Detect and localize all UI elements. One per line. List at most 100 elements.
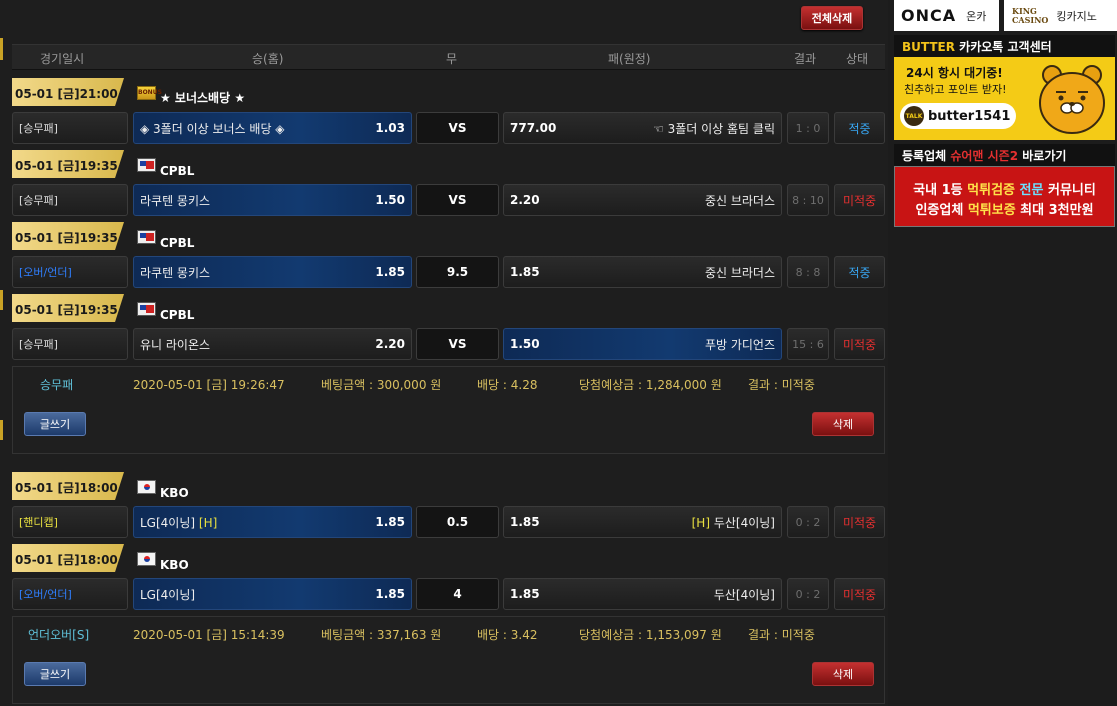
butter-banner-title[interactable]: BUTTER 카카오톡 고객센터 [894, 35, 1115, 57]
league-label: CPBL [137, 294, 194, 322]
home-pick[interactable]: 라쿠텐 몽키스 1.50 [133, 184, 412, 216]
king-casino-label: 킹카지노 [1056, 9, 1097, 23]
draw-pick[interactable]: 9.5 [416, 256, 499, 288]
away-odds: 1.85 [510, 587, 540, 601]
butter-line2: 친추하고 포인트 받자! [904, 83, 1007, 96]
status-badge: 미적중 [834, 578, 885, 610]
col-status: 상태 [846, 52, 869, 66]
bet-type: [오버/언더] [12, 578, 128, 610]
draw-pick[interactable]: VS [416, 112, 499, 144]
col-result: 결과 [794, 52, 817, 66]
away-pick[interactable]: 1.85 두산[4이닝] [503, 578, 782, 610]
away-pick[interactable]: 1.50 푸방 가디언즈 [503, 328, 782, 360]
left-accent-bar [0, 420, 3, 440]
onca-logo: ONCA [901, 6, 957, 25]
ryan-bear-icon [1039, 65, 1105, 134]
away-pick[interactable]: 1.85 [H] 두산[4이닝] [503, 506, 782, 538]
bet-kind: 승무패 [40, 378, 74, 392]
league-name: CPBL [160, 308, 195, 322]
away-pick[interactable]: 2.20 중신 브라더스 [503, 184, 782, 216]
away-team: [H] 두산[4이닝] [691, 515, 775, 530]
kakao-id-box: TALK butter1541 [900, 103, 1016, 129]
handicap-tag: [H] [198, 515, 218, 530]
taiwan-flag-icon [137, 158, 156, 172]
home-pick[interactable]: LG[4이닝] [H] 1.85 [133, 506, 412, 538]
away-pick[interactable]: 777.00 ☜ 3폴더 이상 홈팀 클릭 [503, 112, 782, 144]
league-name: CPBL [160, 236, 195, 250]
draw-pick[interactable]: VS [416, 184, 499, 216]
home-pick[interactable]: LG[4이닝] 1.85 [133, 578, 412, 610]
home-odds: 1.85 [375, 587, 405, 601]
delete-button[interactable]: 삭제 [812, 412, 874, 436]
league-name: ★ 보너스배당 ★ [160, 91, 246, 105]
write-post-button[interactable]: 글쓰기 [24, 662, 86, 686]
league-name: CPBL [160, 164, 195, 178]
sureman-banner-title[interactable]: 등록업체 슈어맨 시즌2 바로가기 [894, 144, 1115, 166]
bet-summary: 언더오버[S] 2020-05-01 [금] 15:14:39 베팅금액 : 3… [12, 616, 885, 704]
bet-result: 결과 : 미적중 [748, 628, 815, 642]
delete-all-button[interactable]: 전체삭제 [801, 6, 863, 30]
left-accent-bar [0, 38, 3, 60]
sureman-line2: 인증업체 먹튀보증 최대 3천만원 [915, 203, 1094, 218]
game-date: 05-01 [금]19:35 [12, 222, 124, 250]
league-name: KBO [160, 486, 189, 500]
home-odds: 1.85 [375, 265, 405, 279]
status-badge: 미적중 [834, 506, 885, 538]
taiwan-flag-icon [137, 230, 156, 244]
bet-odds: 배당 : 4.28 [477, 378, 538, 392]
delete-button[interactable]: 삭제 [812, 662, 874, 686]
game-score: 15 : 6 [787, 328, 829, 360]
away-odds: 1.50 [510, 337, 540, 351]
draw-pick[interactable]: VS [416, 328, 499, 360]
ad-sidebar: ONCA 온카 KING CASINO 킹카지노 BUTTER 카카오톡 고객센터… [894, 0, 1117, 706]
bet-datetime: 2020-05-01 [금] 15:14:39 [133, 628, 285, 642]
korea-flag-icon [137, 480, 156, 494]
write-post-button[interactable]: 글쓰기 [24, 412, 86, 436]
expected-payout: 당첨예상금 : 1,153,097 원 [579, 628, 722, 642]
home-odds: 1.50 [375, 193, 405, 207]
status-badge: 미적중 [834, 184, 885, 216]
bet-history-panel: 전체삭제 경기일시 승(홈) 무 패(원정) 결과 상태 05-01 [금]21… [0, 0, 888, 706]
home-team: 유니 라이온스 [140, 337, 211, 352]
game-score: 0 : 2 [787, 578, 829, 610]
bet-amount: 베팅금액 : 300,000 원 [321, 378, 442, 392]
game-date: 05-01 [금]21:00 [12, 78, 124, 106]
onca-banner[interactable]: ONCA 온카 [894, 0, 999, 31]
sureman-line1: 국내 1등 먹튀검증 전문 커뮤니티 [913, 183, 1096, 198]
kakao-talk-icon: TALK [904, 106, 924, 126]
away-odds: 2.20 [510, 193, 540, 207]
home-pick[interactable]: 라쿠텐 몽키스 1.85 [133, 256, 412, 288]
league-label: KBO [137, 544, 189, 572]
bonus-icon: BONUS [137, 86, 162, 100]
game-score: 8 : 8 [787, 256, 829, 288]
game-score: 1 : 0 [787, 112, 829, 144]
king-casino-banner[interactable]: KING CASINO 킹카지노 [1004, 0, 1117, 31]
status-badge: 미적중 [834, 328, 885, 360]
bet-type: [오버/언더] [12, 256, 128, 288]
bet-type: [승무패] [12, 112, 128, 144]
home-pick[interactable]: 유니 라이온스 2.20 [133, 328, 412, 360]
sureman-banner[interactable]: 국내 1등 먹튀검증 전문 커뮤니티 인증업체 먹튀보증 최대 3천만원 [894, 166, 1115, 227]
home-pick[interactable]: ◈ 3폴더 이상 보너스 배당 ◈ 1.03 [133, 112, 412, 144]
butter-line1: 24시 항시 대기중! [906, 66, 1003, 80]
bet-odds: 배당 : 3.42 [477, 628, 538, 642]
col-home-win: 승(홈) [252, 52, 284, 66]
onca-label: 온카 [966, 9, 987, 23]
draw-pick[interactable]: 0.5 [416, 506, 499, 538]
column-header: 경기일시 승(홈) 무 패(원정) 결과 상태 [12, 44, 885, 70]
kakao-id: butter1541 [928, 108, 1011, 124]
league-label: BONUS ★ 보너스배당 ★ [137, 78, 245, 106]
bet-kind: 언더오버[S] [28, 628, 90, 642]
home-team: ◈ 3폴더 이상 보너스 배당 ◈ [140, 121, 285, 136]
bet-type: [승무패] [12, 184, 128, 216]
king-casino-logo: KING CASINO [1012, 5, 1049, 25]
bet-type: [핸디캡] [12, 506, 128, 538]
butter-kakao-banner[interactable]: 24시 항시 대기중! 친추하고 포인트 받자! TALK butter1541 [894, 57, 1115, 140]
away-pick[interactable]: 1.85 중신 브라더스 [503, 256, 782, 288]
expected-payout: 당첨예상금 : 1,284,000 원 [579, 378, 722, 392]
draw-pick[interactable]: 4 [416, 578, 499, 610]
home-odds: 1.03 [375, 121, 405, 135]
status-badge: 적중 [834, 112, 885, 144]
col-away-lose: 패(원정) [608, 52, 651, 66]
korea-flag-icon [137, 552, 156, 566]
